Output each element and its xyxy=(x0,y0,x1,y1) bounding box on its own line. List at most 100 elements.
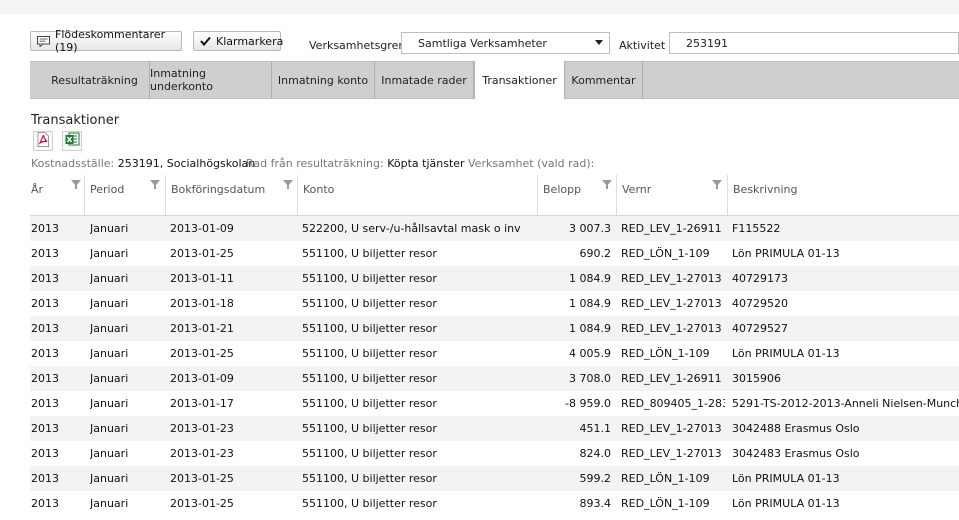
table-row[interactable]: 2013 Januari 2013-01-11 551100, U biljetter… xyxy=(30,266,959,291)
cell-account: 551100, U biljetter resor xyxy=(302,297,437,310)
cell-period: Januari xyxy=(90,422,129,435)
filter-icon[interactable] xyxy=(712,180,722,189)
column-header-amount[interactable]: Belopp xyxy=(537,175,616,215)
cell-posting-date: 2013-01-09 xyxy=(170,222,234,235)
mark-clear-button[interactable]: Klarmarkera xyxy=(193,31,284,51)
filter-icon[interactable] xyxy=(71,180,81,189)
cell-period: Januari xyxy=(90,247,129,260)
filter-icon[interactable] xyxy=(602,180,612,189)
cell-posting-date: 2013-01-25 xyxy=(170,247,234,260)
checkmark-icon xyxy=(200,36,211,46)
tab-inmatning-underkonto[interactable]: Inmatning underkonto xyxy=(150,62,272,98)
cell-year: 2013 xyxy=(31,322,59,335)
cell-voucher: RED_LEV_1-26911 xyxy=(621,372,722,385)
table-header: År Period Bokföringsdatum Konto Belopp V… xyxy=(30,175,959,216)
filter-icon[interactable] xyxy=(283,180,293,189)
table-row[interactable]: 2013 Januari 2013-01-09 551100, U biljetter… xyxy=(30,366,959,391)
table-row[interactable]: 2013 Januari 2013-01-09 522200, U serv-/u-h… xyxy=(30,216,959,241)
cell-account: 551100, U biljetter resor xyxy=(302,472,437,485)
table-row[interactable]: 2013 Januari 2013-01-25 551100, U biljetter… xyxy=(30,466,959,491)
pdf-icon xyxy=(36,132,50,150)
cell-voucher: RED_LÖN_1-109 xyxy=(621,497,710,510)
column-header-label: Beskrivning xyxy=(733,183,798,196)
cell-year: 2013 xyxy=(31,422,59,435)
comments-button[interactable]: Flödeskommentarer (19) xyxy=(30,28,182,54)
table-row[interactable]: 2013 Januari 2013-01-25 551100, U biljetter… xyxy=(30,491,959,516)
cell-description: Lön PRIMULA 01-13 xyxy=(732,472,840,485)
cell-amount: 4 005.9 xyxy=(569,347,611,360)
cell-description: Lön PRIMULA 01-13 xyxy=(732,347,840,360)
table-row[interactable]: 2013 Januari 2013-01-21 551100, U biljetter… xyxy=(30,316,959,341)
cell-description: 5291-TS-2012-2013-Anneli Nielsen-Munchen xyxy=(732,397,959,410)
mark-clear-label: Klarmarkera xyxy=(216,34,284,48)
business-select-value: Samtliga Verksamheter xyxy=(418,36,547,50)
cell-voucher: RED_LEV_1-27013 xyxy=(621,322,722,335)
transactions-table: År Period Bokföringsdatum Konto Belopp V… xyxy=(30,175,959,516)
table-row[interactable]: 2013 Januari 2013-01-25 551100, U biljetter… xyxy=(30,241,959,266)
cell-account: 551100, U biljetter resor xyxy=(302,322,437,335)
column-header-posting-date[interactable]: Bokföringsdatum xyxy=(165,175,297,215)
business-row-label: Verksamhet (vald rad): xyxy=(468,157,595,170)
tab-inmatning-konto[interactable]: Inmatning konto xyxy=(272,62,375,98)
cell-account: 551100, U biljetter resor xyxy=(302,347,437,360)
cell-year: 2013 xyxy=(31,472,59,485)
cell-period: Januari xyxy=(90,447,129,460)
column-header-label: Period xyxy=(90,183,125,196)
result-row-info: Rad från resultaträkning: Köpta tjänster xyxy=(246,157,465,170)
cell-account: 551100, U biljetter resor xyxy=(302,497,437,510)
cell-posting-date: 2013-01-09 xyxy=(170,372,234,385)
tab-kommentar[interactable]: Kommentar xyxy=(565,62,643,98)
excel-icon xyxy=(65,132,80,150)
cell-year: 2013 xyxy=(31,397,59,410)
cell-voucher: RED_LEV_1-26911 xyxy=(621,222,722,235)
cell-amount: 1 084.9 xyxy=(569,272,611,285)
cell-voucher: RED_LÖN_1-109 xyxy=(621,472,710,485)
column-header-account[interactable]: Konto xyxy=(297,175,537,215)
cell-description: 3015906 xyxy=(732,372,781,385)
cell-posting-date: 2013-01-25 xyxy=(170,472,234,485)
business-label: Verksamhetsgren xyxy=(309,39,406,52)
cell-year: 2013 xyxy=(31,447,59,460)
comments-button-label: Flödeskommentarer (19) xyxy=(55,28,166,54)
cost-center-label: Kostnadsställe: xyxy=(31,157,115,170)
tab-label: Inmatning underkonto xyxy=(150,67,213,93)
table-row[interactable]: 2013 Januari 2013-01-23 551100, U biljetter… xyxy=(30,441,959,466)
filter-icon[interactable] xyxy=(150,180,160,189)
pdf-export-button[interactable] xyxy=(33,131,53,151)
table-row[interactable]: 2013 Januari 2013-01-17 551100, U biljetter… xyxy=(30,391,959,416)
tab-inmatade-rader[interactable]: Inmatade rader xyxy=(375,62,474,98)
column-header-label: Vernr xyxy=(622,183,652,196)
cell-period: Januari xyxy=(90,322,129,335)
cell-amount: 893.4 xyxy=(579,497,612,510)
column-header-year[interactable]: År xyxy=(30,175,84,215)
cell-amount: 1 084.9 xyxy=(569,322,611,335)
cell-voucher: RED_LÖN_1-109 xyxy=(621,347,710,360)
tab-bar: Resultaträkning Inmatning underkonto Inm… xyxy=(30,61,959,99)
cell-posting-date: 2013-01-11 xyxy=(170,272,234,285)
column-header-label: År xyxy=(31,183,44,196)
table-row[interactable]: 2013 Januari 2013-01-25 551100, U biljetter… xyxy=(30,341,959,366)
tab-label: Inmatade rader xyxy=(381,73,467,87)
cell-account: 551100, U biljetter resor xyxy=(302,372,437,385)
excel-export-button[interactable] xyxy=(62,131,82,151)
cell-year: 2013 xyxy=(31,297,59,310)
column-header-label: Bokföringsdatum xyxy=(171,183,266,196)
cell-period: Januari xyxy=(90,222,129,235)
column-header-voucher[interactable]: Vernr xyxy=(616,175,727,215)
cell-voucher: RED_LEV_1-27013 xyxy=(621,272,722,285)
table-row[interactable]: 2013 Januari 2013-01-18 551100, U biljetter… xyxy=(30,291,959,316)
cell-year: 2013 xyxy=(31,497,59,510)
cell-amount: 3 708.0 xyxy=(569,372,611,385)
cell-account: 522200, U serv-/u-hållsavtal mask o inv xyxy=(302,222,521,235)
tab-resultatrakning[interactable]: Resultaträkning xyxy=(40,62,150,98)
column-header-description[interactable]: Beskrivning xyxy=(727,175,959,215)
activity-input[interactable] xyxy=(669,32,959,54)
tab-transaktioner[interactable]: Transaktioner xyxy=(474,61,565,99)
cell-voucher: RED_809405_1-2832 xyxy=(621,397,725,410)
cell-period: Januari xyxy=(90,397,129,410)
table-row[interactable]: 2013 Januari 2013-01-23 551100, U biljetter… xyxy=(30,416,959,441)
business-select[interactable]: Samtliga Verksamheter xyxy=(401,32,610,54)
cell-description: Lön PRIMULA 01-13 xyxy=(732,497,840,510)
dropdown-arrow-icon xyxy=(595,40,603,45)
column-header-period[interactable]: Period xyxy=(84,175,165,215)
